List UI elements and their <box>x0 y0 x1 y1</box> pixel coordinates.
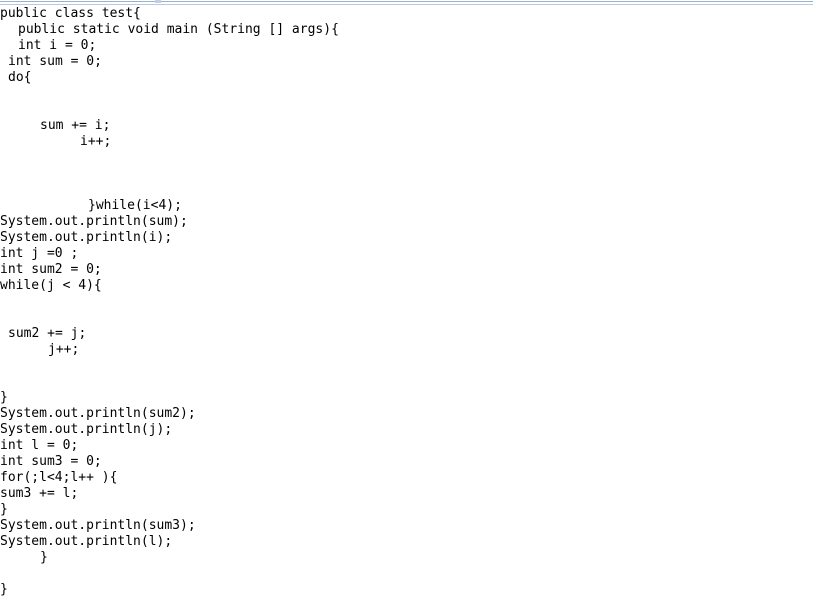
code-line[interactable]: System.out.println(sum2); <box>0 406 813 422</box>
code-line-text: int sum2 = 0; <box>0 262 102 277</box>
code-blank-line[interactable] <box>0 294 813 310</box>
code-blank-line[interactable] <box>0 166 813 182</box>
code-line-text: System.out.println(l); <box>0 534 173 549</box>
code-line[interactable]: sum3 += l; <box>0 486 813 502</box>
code-line-text: sum3 += l; <box>0 486 79 501</box>
code-text-area[interactable]: public class test{public static void mai… <box>0 6 813 597</box>
code-line[interactable]: System.out.println(i); <box>0 230 813 246</box>
code-line[interactable]: System.out.println(j); <box>0 422 813 438</box>
code-blank-line[interactable] <box>0 358 813 374</box>
code-line[interactable]: }while(i<4); <box>0 198 813 214</box>
code-line[interactable]: int sum2 = 0; <box>0 262 813 278</box>
code-line-text: i++; <box>80 134 112 149</box>
code-line-text: int sum3 = 0; <box>0 454 102 469</box>
code-line[interactable]: int sum = 0; <box>0 54 813 70</box>
code-line-text: System.out.println(i); <box>0 230 173 245</box>
code-line[interactable]: } <box>0 582 813 598</box>
code-blank-line[interactable] <box>0 86 813 102</box>
code-line[interactable]: sum += i; <box>0 118 813 134</box>
code-line-text: System.out.println(sum); <box>0 214 188 229</box>
code-line[interactable]: while(j < 4){ <box>0 278 813 294</box>
code-blank-line[interactable] <box>0 566 813 582</box>
code-line[interactable]: int l = 0; <box>0 438 813 454</box>
code-line[interactable]: sum2 += j; <box>0 326 813 342</box>
code-line-text: j++; <box>48 342 80 357</box>
splitter-bottom-rule <box>0 4 813 5</box>
code-line-text: System.out.println(sum2); <box>0 406 196 421</box>
code-line-text: public static void main (String [] args)… <box>18 22 339 37</box>
code-line-text: int l = 0; <box>0 438 79 453</box>
code-line-text: do{ <box>8 70 32 85</box>
code-line-text: } <box>0 502 8 517</box>
code-line-text: public class test{ <box>0 6 141 21</box>
code-line-text: int sum = 0; <box>8 54 102 69</box>
code-blank-line[interactable] <box>0 182 813 198</box>
code-blank-line[interactable] <box>0 150 813 166</box>
code-line-text: int j =0 ; <box>0 246 79 261</box>
code-line-text: System.out.println(sum3); <box>0 518 196 533</box>
code-line[interactable]: do{ <box>0 70 813 86</box>
code-line[interactable]: i++; <box>0 134 813 150</box>
splitter-grip-icon[interactable] <box>155 0 161 3</box>
code-line-text: } <box>0 390 8 405</box>
code-line-text: }while(i<4); <box>88 198 182 213</box>
code-line[interactable]: System.out.println(l); <box>0 534 813 550</box>
code-line-text: System.out.println(j); <box>0 422 173 437</box>
code-line[interactable]: int i = 0; <box>0 38 813 54</box>
code-blank-line[interactable] <box>0 102 813 118</box>
code-line-text: } <box>0 582 8 597</box>
code-line[interactable]: public static void main (String [] args)… <box>0 22 813 38</box>
code-line-text: int i = 0; <box>18 38 97 53</box>
code-line-text: } <box>40 550 48 565</box>
code-blank-line[interactable] <box>0 374 813 390</box>
code-line[interactable]: j++; <box>0 342 813 358</box>
code-line[interactable]: } <box>0 550 813 566</box>
code-line[interactable]: public class test{ <box>0 6 813 22</box>
code-line[interactable]: int j =0 ; <box>0 246 813 262</box>
code-line[interactable]: System.out.println(sum); <box>0 214 813 230</box>
code-line-text: while(j < 4){ <box>0 278 102 293</box>
code-line[interactable]: for(;l<4;l++ ){ <box>0 470 813 486</box>
code-line[interactable]: int sum3 = 0; <box>0 454 813 470</box>
code-line[interactable]: } <box>0 502 813 518</box>
code-line-text: for(;l<4;l++ ){ <box>0 470 118 485</box>
code-line[interactable]: } <box>0 390 813 406</box>
code-blank-line[interactable] <box>0 310 813 326</box>
code-line[interactable]: System.out.println(sum3); <box>0 518 813 534</box>
code-line-text: sum += i; <box>40 118 111 133</box>
code-line-text: sum2 += j; <box>8 326 87 341</box>
